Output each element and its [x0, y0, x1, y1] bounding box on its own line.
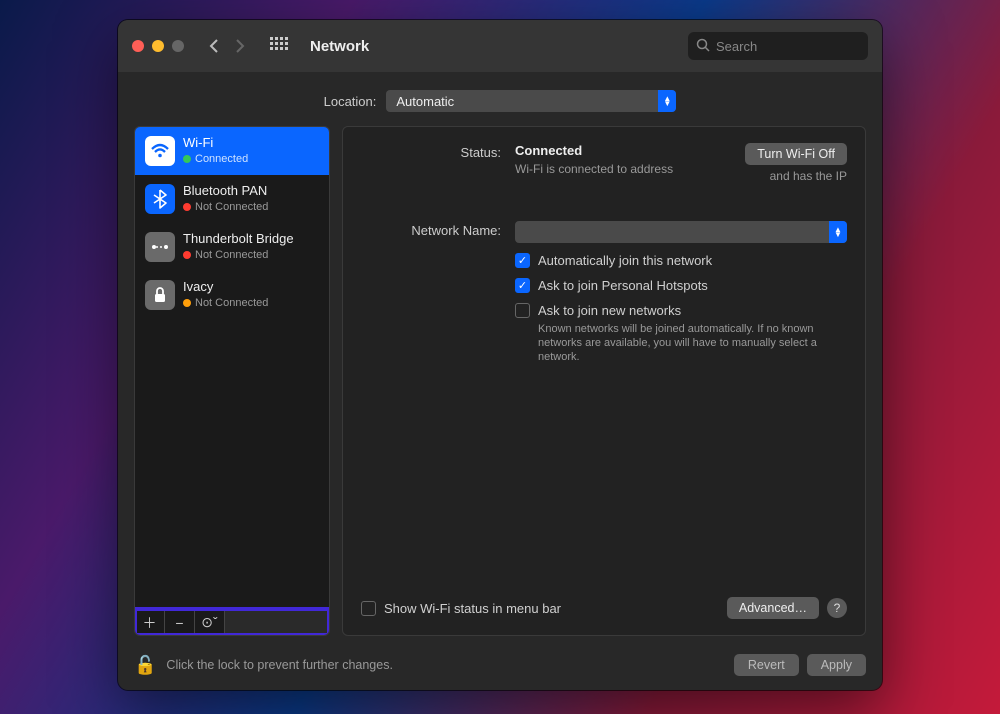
location-select[interactable]: Automatic ▲▼	[386, 90, 676, 112]
lock-message: Click the lock to prevent further change…	[166, 658, 393, 672]
detail-footer: Show Wi-Fi status in menu bar Advanced… …	[361, 591, 847, 619]
back-button[interactable]	[202, 34, 226, 58]
search-wrap	[688, 32, 868, 60]
search-icon	[696, 38, 710, 52]
minus-icon: −	[175, 615, 183, 631]
checkbox-checked-icon: ✓	[515, 278, 530, 293]
advanced-button[interactable]: Advanced…	[727, 597, 819, 619]
body: Wi-Fi Connected Bluetooth PAN Not Connec…	[118, 126, 882, 644]
bluetooth-icon	[145, 184, 175, 214]
sidebar-item-label: Thunderbolt Bridge	[183, 231, 294, 247]
ip-text: and has the IP	[745, 169, 847, 183]
auto-join-checkbox[interactable]: ✓ Automatically join this network	[515, 253, 847, 268]
ask-hotspot-checkbox[interactable]: ✓ Ask to join Personal Hotspots	[515, 278, 847, 293]
checkbox-checked-icon: ✓	[515, 253, 530, 268]
titlebar: Network	[118, 20, 882, 72]
help-button[interactable]: ?	[827, 598, 847, 618]
chevron-updown-icon: ▲▼	[829, 221, 847, 243]
traffic-lights	[132, 40, 184, 52]
network-name-select[interactable]: ▲▼	[515, 221, 847, 243]
checkbox-unchecked-icon	[515, 303, 530, 318]
question-icon: ?	[834, 601, 841, 615]
revert-button[interactable]: Revert	[734, 654, 799, 676]
chevron-updown-icon: ▲▼	[658, 90, 676, 112]
ask-new-help-text: Known networks will be joined automatica…	[538, 322, 838, 364]
status-dot-icon	[183, 251, 191, 259]
service-actions-button[interactable]: ⊙ˇ	[195, 610, 225, 635]
wifi-icon	[145, 136, 175, 166]
location-row: Location: Automatic ▲▼	[118, 72, 882, 126]
plus-icon: ＋	[143, 613, 157, 633]
close-icon[interactable]	[132, 40, 144, 52]
nav-buttons	[202, 34, 252, 58]
status-label: Status:	[361, 143, 501, 183]
status-dot-icon	[183, 299, 191, 307]
sidebar-item-thunderbolt-bridge[interactable]: Thunderbolt Bridge Not Connected	[135, 223, 329, 271]
sidebar-item-label: Bluetooth PAN	[183, 183, 268, 199]
status-description: Wi-Fi is connected to address	[515, 162, 673, 176]
thunderbolt-icon	[145, 232, 175, 262]
sidebar-item-bluetooth-pan[interactable]: Bluetooth PAN Not Connected	[135, 175, 329, 223]
sidebar-item-label: Wi-Fi	[183, 135, 248, 151]
network-preferences-window: Network Location: Automatic ▲▼ Wi-Fi	[118, 20, 882, 690]
add-service-button[interactable]: ＋	[135, 610, 165, 635]
apply-button[interactable]: Apply	[807, 654, 866, 676]
status-dot-icon	[183, 203, 191, 211]
window-footer: 🔓 Click the lock to prevent further chan…	[118, 644, 882, 690]
detail-panel: Status: Connected Wi-Fi is connected to …	[342, 126, 866, 636]
zoom-icon[interactable]	[172, 40, 184, 52]
status-value: Connected	[515, 143, 673, 158]
lock-open-icon[interactable]: 🔓	[134, 655, 156, 676]
lock-icon	[145, 280, 175, 310]
turn-wifi-off-button[interactable]: Turn Wi-Fi Off	[745, 143, 847, 165]
status-dot-icon	[183, 155, 191, 163]
checkbox-unchecked-icon	[361, 601, 376, 616]
sidebar-footer-spacer	[225, 610, 329, 635]
search-input[interactable]	[688, 32, 868, 60]
location-value: Automatic	[396, 94, 454, 109]
network-name-label: Network Name:	[361, 221, 501, 243]
minimize-icon[interactable]	[152, 40, 164, 52]
services-sidebar: Wi-Fi Connected Bluetooth PAN Not Connec…	[134, 126, 330, 636]
show-status-checkbox[interactable]: Show Wi-Fi status in menu bar	[361, 601, 561, 616]
ask-new-networks-checkbox[interactable]: Ask to join new networks Known networks …	[515, 303, 847, 364]
forward-button[interactable]	[228, 34, 252, 58]
gear-menu-icon: ⊙ˇ	[201, 614, 217, 631]
sidebar-footer: ＋ − ⊙ˇ	[135, 609, 329, 635]
sidebar-item-wifi[interactable]: Wi-Fi Connected	[135, 127, 329, 175]
show-all-icon[interactable]	[270, 37, 288, 55]
window-title: Network	[310, 38, 369, 55]
sidebar-item-ivacy[interactable]: Ivacy Not Connected	[135, 271, 329, 319]
sidebar-item-label: Ivacy	[183, 279, 268, 295]
location-label: Location:	[324, 94, 377, 109]
remove-service-button[interactable]: −	[165, 610, 195, 635]
